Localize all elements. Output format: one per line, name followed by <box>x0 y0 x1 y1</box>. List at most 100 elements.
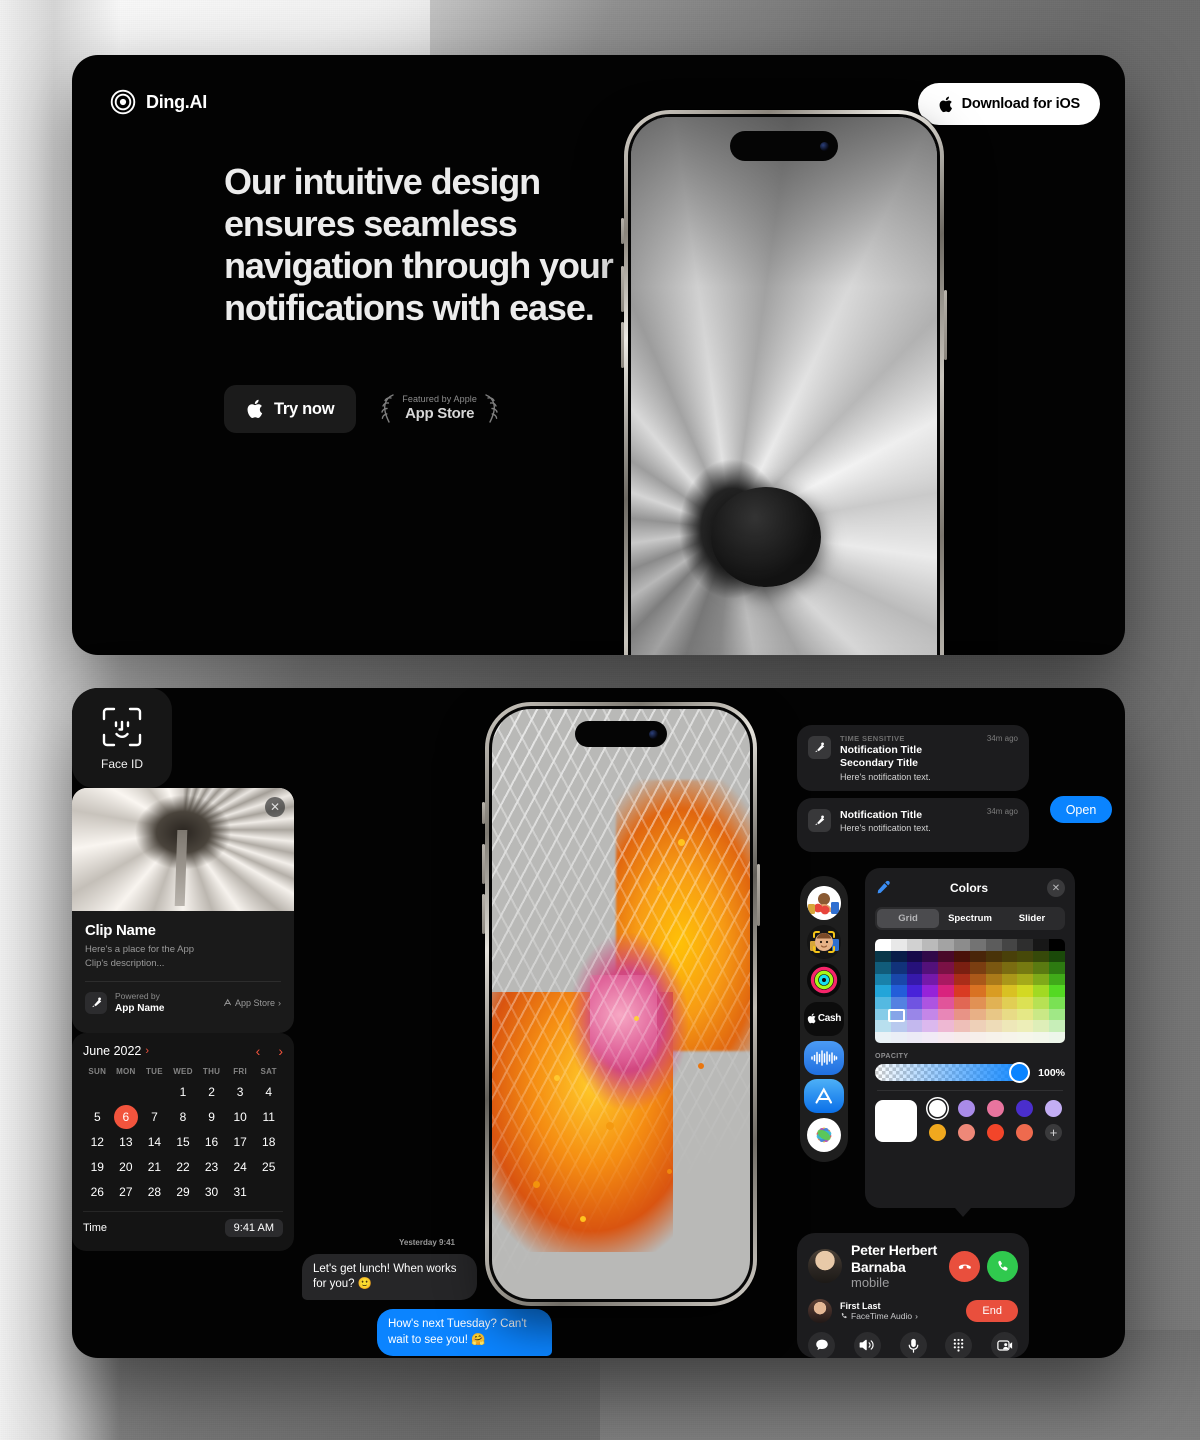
color-cell[interactable] <box>922 950 939 963</box>
color-cell[interactable] <box>985 950 1002 963</box>
try-now-button[interactable]: Try now <box>224 385 357 433</box>
volume-up-button[interactable] <box>621 266 624 312</box>
face-id-widget[interactable]: Face ID <box>72 688 172 788</box>
calendar-day[interactable]: 25 <box>254 1155 283 1180</box>
eyedropper-icon[interactable] <box>875 880 891 896</box>
color-cell[interactable] <box>954 973 970 986</box>
color-cell[interactable] <box>906 985 923 997</box>
color-cell[interactable] <box>906 1008 923 1021</box>
color-cell[interactable] <box>890 950 907 963</box>
color-cell[interactable] <box>890 962 907 974</box>
color-cell[interactable] <box>890 973 907 986</box>
memoji-capture-icon[interactable] <box>807 924 841 959</box>
memoji-sticker-icon[interactable] <box>807 886 841 921</box>
calendar-day[interactable]: 1 <box>169 1080 198 1105</box>
decline-call-button[interactable] <box>949 1250 980 1282</box>
color-cell[interactable] <box>1049 962 1065 974</box>
color-cell[interactable] <box>890 985 907 997</box>
calendar-day[interactable]: 22 <box>169 1155 198 1180</box>
calendar-day[interactable]: 12 <box>83 1130 112 1155</box>
color-cell[interactable] <box>922 962 939 974</box>
app-store-link[interactable]: App Store › <box>223 998 281 1008</box>
color-swatch[interactable] <box>987 1100 1004 1118</box>
color-cell[interactable] <box>985 939 1002 951</box>
color-cell[interactable] <box>954 950 970 963</box>
calendar-day[interactable]: 5 <box>83 1105 112 1130</box>
color-cell[interactable] <box>938 939 955 951</box>
color-cell[interactable] <box>1033 1031 1050 1044</box>
calendar-day[interactable]: 31 <box>226 1180 255 1205</box>
color-cell[interactable] <box>1001 950 1018 963</box>
calendar-day[interactable]: 15 <box>169 1130 198 1155</box>
color-cell[interactable] <box>875 985 891 997</box>
color-cell[interactable] <box>938 1008 955 1021</box>
color-cell[interactable] <box>1049 985 1065 997</box>
color-cell[interactable] <box>875 1008 891 1021</box>
calendar-day[interactable]: 21 <box>140 1155 169 1180</box>
color-cell[interactable] <box>985 1020 1002 1032</box>
calendar-next-button[interactable]: › <box>278 1043 283 1059</box>
volume-down-button[interactable] <box>482 894 485 934</box>
color-swatch[interactable] <box>929 1100 946 1118</box>
color-cell[interactable] <box>1017 996 1034 1009</box>
calendar-day[interactable]: 24 <box>226 1155 255 1180</box>
message-icon[interactable] <box>808 1331 835 1358</box>
calendar-day[interactable]: 16 <box>197 1130 226 1155</box>
color-cell[interactable] <box>969 962 986 974</box>
calendar-day[interactable]: 26 <box>83 1180 112 1205</box>
color-cell[interactable] <box>875 962 891 974</box>
color-cell[interactable] <box>1017 973 1034 986</box>
calendar-day[interactable]: 14 <box>140 1130 169 1155</box>
color-cell[interactable] <box>1001 1031 1018 1044</box>
calendar-day[interactable]: 3 <box>226 1080 255 1105</box>
color-cell[interactable] <box>875 973 891 986</box>
calendar-day[interactable]: 8 <box>169 1105 198 1130</box>
color-cell[interactable] <box>906 950 923 963</box>
color-cell[interactable] <box>985 996 1002 1009</box>
color-cell[interactable] <box>906 1031 923 1044</box>
power-button[interactable] <box>944 290 947 360</box>
color-cell[interactable] <box>1033 1008 1050 1021</box>
calendar-day[interactable]: 28 <box>140 1180 169 1205</box>
color-swatch[interactable] <box>987 1124 1004 1142</box>
mute-switch[interactable] <box>482 802 485 824</box>
color-cell[interactable] <box>969 996 986 1009</box>
color-cell[interactable] <box>922 985 939 997</box>
color-cell[interactable] <box>1017 939 1034 951</box>
mute-switch[interactable] <box>621 218 624 244</box>
color-cell[interactable] <box>906 1020 923 1032</box>
color-cell[interactable] <box>1049 973 1065 986</box>
color-cell[interactable] <box>1033 996 1050 1009</box>
color-cell[interactable] <box>938 1020 955 1032</box>
calendar-day[interactable]: 18 <box>254 1130 283 1155</box>
color-cell[interactable] <box>1049 950 1065 963</box>
color-cell[interactable] <box>954 985 970 997</box>
color-cell[interactable] <box>1049 1008 1065 1021</box>
color-cell[interactable] <box>969 1008 986 1021</box>
color-cell[interactable] <box>1017 962 1034 974</box>
color-cell[interactable] <box>1001 973 1018 986</box>
color-cell[interactable] <box>1001 1008 1018 1021</box>
calendar-day[interactable]: 6 <box>112 1105 141 1130</box>
color-cell[interactable] <box>985 962 1002 974</box>
calendar-day[interactable]: 19 <box>83 1155 112 1180</box>
color-cell[interactable] <box>875 996 891 1009</box>
calendar-day[interactable]: 2 <box>197 1080 226 1105</box>
color-tab-spectrum[interactable]: Spectrum <box>939 909 1001 928</box>
color-swatch[interactable] <box>1016 1124 1033 1142</box>
color-swatch[interactable] <box>958 1100 975 1118</box>
color-cell[interactable] <box>1033 1020 1050 1032</box>
calendar-day[interactable]: 23 <box>197 1155 226 1180</box>
color-cell[interactable] <box>969 1031 986 1044</box>
notification-card[interactable]: TIME SENSITIVE Notification Title Second… <box>797 725 1029 791</box>
color-cell[interactable] <box>954 1008 970 1021</box>
color-cell[interactable] <box>1033 973 1050 986</box>
color-cell[interactable] <box>906 973 923 986</box>
color-cell[interactable] <box>1033 939 1050 951</box>
color-cell[interactable] <box>954 996 970 1009</box>
opacity-slider[interactable] <box>875 1062 1031 1084</box>
color-cell[interactable] <box>985 1008 1002 1021</box>
calendar-day[interactable]: 27 <box>112 1180 141 1205</box>
color-cell[interactable] <box>938 950 955 963</box>
calendar-day[interactable]: 4 <box>254 1080 283 1105</box>
